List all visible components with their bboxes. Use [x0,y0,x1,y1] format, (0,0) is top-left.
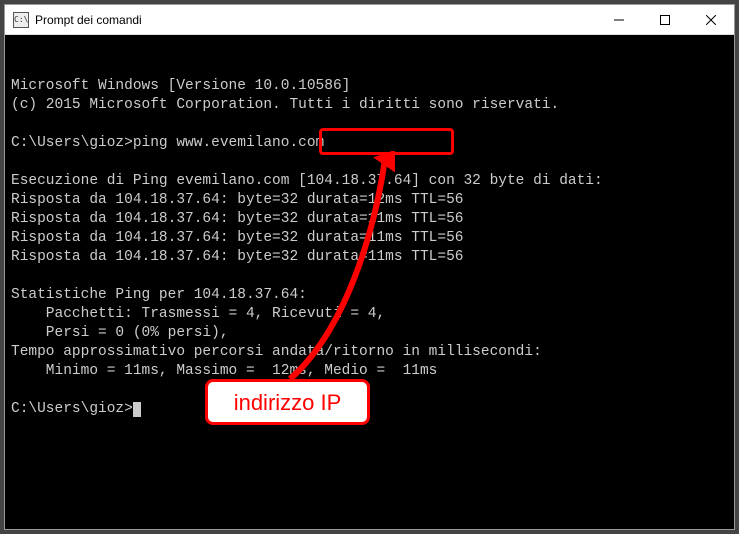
ping-reply: Risposta da 104.18.37.64: byte=32 durata… [11,211,463,227]
banner-line-1: Microsoft Windows [Versione 10.0.10586] [11,78,350,94]
typed-command: ping www.evemilano.com [133,135,324,151]
ping-reply: Risposta da 104.18.37.64: byte=32 durata… [11,230,463,246]
close-button[interactable] [688,5,734,34]
command-prompt-window: C:\ Prompt dei comandi Microsoft Windows… [4,4,735,530]
stats-packets: Pacchetti: Trasmessi = 4, Ricevuti = 4, [11,306,385,322]
ping-exec-line: Esecuzione di Ping evemilano.com [104.18… [11,173,603,189]
titlebar[interactable]: C:\ Prompt dei comandi [5,5,734,35]
annotation-label-text: indirizzo IP [234,393,342,412]
annotation-label-box: indirizzo IP [205,379,370,425]
window-title: Prompt dei comandi [35,13,596,27]
cmd-icon: C:\ [13,12,29,28]
cursor-caret [133,402,141,417]
terminal-output: Microsoft Windows [Versione 10.0.10586] … [11,77,728,419]
window-controls [596,5,734,34]
terminal-body[interactable]: Microsoft Windows [Versione 10.0.10586] … [5,35,734,529]
banner-line-2: (c) 2015 Microsoft Corporation. Tutti i … [11,97,559,113]
maximize-button[interactable] [642,5,688,34]
stats-header: Statistiche Ping per 104.18.37.64: [11,287,307,303]
maximize-icon [660,15,670,25]
rtt-values: Minimo = 11ms, Massimo = 12ms, Medio = 1… [11,363,437,379]
close-icon [706,15,716,25]
stats-loss: Persi = 0 (0% persi), [11,325,229,341]
prompt-prefix: C:\Users\gioz> [11,135,133,151]
prompt-prefix: C:\Users\gioz> [11,401,133,417]
rtt-header: Tempo approssimativo percorsi andata/rit… [11,344,542,360]
ping-reply: Risposta da 104.18.37.64: byte=32 durata… [11,249,463,265]
minimize-button[interactable] [596,5,642,34]
ping-reply: Risposta da 104.18.37.64: byte=32 durata… [11,192,463,208]
minimize-icon [614,15,624,25]
